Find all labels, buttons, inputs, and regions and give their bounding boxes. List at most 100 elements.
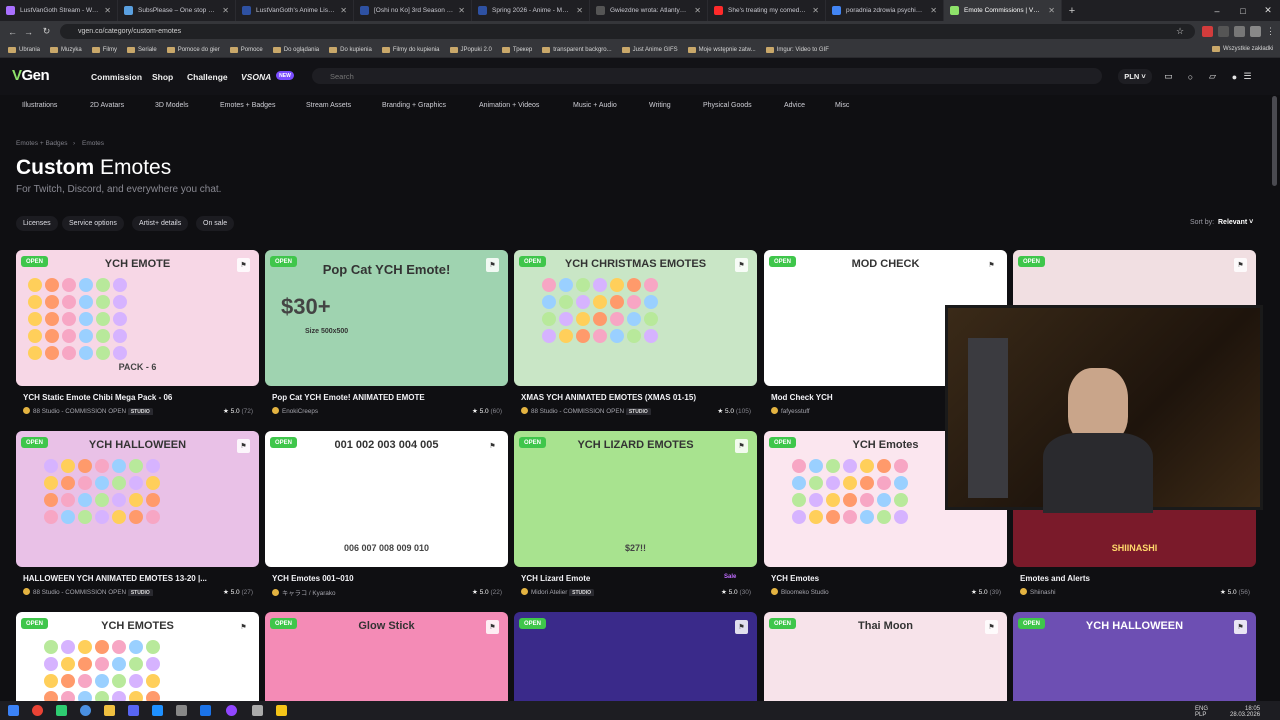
clock[interactable]: 18:05 28.03.2026 [1230, 706, 1260, 718]
hamburger-menu-icon[interactable]: ☰ [1241, 70, 1254, 83]
browser-tab[interactable]: SubsPlease – One stop shop fo... ✕ [118, 0, 236, 21]
browser-tab[interactable]: LustVanGoth's Anime List - My... ✕ [236, 0, 354, 21]
save-bookmark-icon[interactable]: ⚑ [735, 439, 748, 453]
listing-seller[interactable]: Bloomeko Studio [771, 588, 941, 596]
filter-service-options[interactable]: Service options [62, 216, 124, 231]
vgen-logo[interactable]: VGen [12, 67, 50, 84]
filter-licenses[interactable]: Licenses [16, 216, 58, 231]
minimize-window-button[interactable]: – [1204, 0, 1230, 21]
listing-thumbnail[interactable]: YCH LIZARD EMOTES $27!! OPEN ⚑ [514, 431, 757, 567]
menu-dots-icon[interactable]: ⋮ [1266, 26, 1277, 37]
bookmark-item[interactable]: JPopuki 2.0 [449, 46, 492, 53]
listing-title[interactable]: Emotes and Alerts [1020, 574, 1250, 583]
breadcrumb-emotes-badges[interactable]: Emotes + Badges [16, 140, 68, 147]
bookmark-item[interactable]: Just Anime GIFS [621, 46, 678, 53]
bookmark-item[interactable]: Pomoce do gier [166, 46, 220, 53]
bookmark-item[interactable]: Filmy [91, 46, 117, 53]
nav-vsona[interactable]: VSONA [241, 72, 271, 82]
category-emotes-badges[interactable]: Emotes + Badges [220, 102, 275, 109]
bookmark-star-icon[interactable]: ☆ [1176, 26, 1187, 37]
filter-on-sale[interactable]: On sale [196, 216, 235, 231]
app-icon[interactable] [176, 705, 187, 716]
other-bookmarks[interactable]: Wszystkie zakładki [1212, 46, 1273, 52]
messages-icon[interactable]: ○ [1184, 70, 1197, 83]
save-bookmark-icon[interactable]: ⚑ [237, 258, 250, 272]
filter-artist-details[interactable]: Artist+ details [132, 216, 189, 231]
app-icon[interactable] [152, 705, 163, 716]
listing-seller[interactable]: Midori Atelier STUDIO [521, 588, 691, 596]
bookmark-item[interactable]: Moje wstępnie zatw... [687, 46, 756, 53]
back-icon[interactable]: ← [6, 25, 19, 38]
nav-commission[interactable]: Commission [91, 72, 142, 82]
avatar[interactable] [1250, 26, 1261, 37]
category-2d-avatars[interactable]: 2D Avatars [90, 102, 124, 109]
start-icon[interactable] [8, 705, 19, 716]
listing-title[interactable]: YCH Emotes 001~010 [272, 574, 502, 583]
listing-title[interactable]: YCH Lizard Emote [521, 574, 751, 583]
save-bookmark-icon[interactable]: ⚑ [486, 620, 499, 634]
close-tab-icon[interactable]: ✕ [458, 6, 465, 15]
category-writing[interactable]: Writing [649, 102, 671, 109]
listing-title[interactable]: YCH Static Emote Chibi Mega Pack - 06 [23, 393, 253, 402]
bookmark-item[interactable]: transparent backgro... [542, 46, 612, 53]
maximize-window-button[interactable]: □ [1230, 0, 1256, 21]
save-bookmark-icon[interactable]: ⚑ [237, 620, 250, 634]
bookmark-item[interactable]: Трекер [501, 46, 532, 53]
listing-seller[interactable]: 88 Studio - COMMISSION OPEN STUDIO [23, 407, 193, 415]
nav-challenge[interactable]: Challenge [187, 72, 228, 82]
extension-icon[interactable] [1202, 26, 1213, 37]
listing-card[interactable]: YCH EMOTE PACK - 6 OPEN ⚑ YCH Static Emote C… [16, 250, 259, 420]
bookmark-item[interactable]: Ubrania [8, 46, 40, 53]
steam-icon[interactable] [200, 705, 211, 716]
folder-icon[interactable] [276, 705, 287, 716]
category-music-audio[interactable]: Music + Audio [573, 102, 617, 109]
discord-icon[interactable] [128, 705, 139, 716]
close-tab-icon[interactable]: ✕ [340, 6, 347, 15]
browser-tab[interactable]: [Oshi no Ko] 3rd Season ([Oshi... ✕ [354, 0, 472, 21]
sort-dropdown[interactable]: Relevant ˅ [1218, 219, 1253, 226]
app-icon[interactable] [80, 705, 91, 716]
browser-tab[interactable]: Spring 2026 - Anime - MyAnim... ✕ [472, 0, 590, 21]
category-misc[interactable]: Misc [835, 102, 849, 109]
bookmark-item[interactable]: Imgur: Video to GIF [765, 46, 829, 53]
browser-tab[interactable]: Gwiezdne wrota: Atlantyda / St... ✕ [590, 0, 708, 21]
forward-icon[interactable]: → [22, 25, 35, 38]
browser-tab[interactable]: LustVanGoth Stream - Watch Li... ✕ [0, 0, 118, 21]
listing-thumbnail[interactable]: YCH CHRISTMAS EMOTES OPEN ⚑ [514, 250, 757, 386]
save-bookmark-icon[interactable]: ⚑ [237, 439, 250, 453]
save-bookmark-icon[interactable]: ⚑ [486, 439, 499, 453]
save-bookmark-icon[interactable]: ⚑ [1234, 620, 1247, 634]
currency-selector[interactable]: PLN ˅ [1118, 69, 1152, 84]
close-tab-icon[interactable]: ✕ [694, 6, 701, 15]
browser-tab[interactable]: Emote Commissions | VGen ✕ [944, 0, 1062, 21]
close-window-button[interactable]: ✕ [1255, 0, 1280, 21]
listing-card[interactable]: Thai Moon OPEN ⚑ [764, 612, 1007, 701]
bookmark-item[interactable]: Filmy do kupienia [381, 46, 440, 53]
listing-card[interactable]: Glow StickYCH EmoteOPEN⚑ [265, 612, 508, 701]
extensions-puzzle-icon[interactable] [1218, 26, 1229, 37]
save-bookmark-icon[interactable]: ⚑ [985, 620, 998, 634]
listing-card[interactable]: Pop Cat YCH Emote! $30+ Size 500x500 OPEN ⚑ P… [265, 250, 508, 420]
listing-thumbnail[interactable]: Thai Moon OPEN ⚑ [764, 612, 1007, 701]
save-bookmark-icon[interactable]: ⚑ [735, 620, 748, 634]
profile-menu-icon[interactable]: ● [1228, 70, 1241, 83]
cart-icon[interactable]: ▭ [1162, 70, 1175, 83]
listing-seller[interactable]: fafyesstuff [771, 407, 941, 415]
save-bookmark-icon[interactable]: ⚑ [985, 258, 998, 272]
category-stream-assets[interactable]: Stream Assets [306, 102, 351, 109]
listing-thumbnail[interactable]: YCH EMOTESSET 1OPEN⚑ [16, 612, 259, 701]
bookmark-item[interactable]: Do oglądania [272, 46, 319, 53]
bookmark-item[interactable]: Do kupienia [329, 46, 372, 53]
reload-icon[interactable]: ↻ [40, 25, 53, 38]
category-animation-videos[interactable]: Animation + Videos [479, 102, 539, 109]
url-field[interactable]: vgen.co/category/custom-emotes [60, 24, 1195, 39]
close-tab-icon[interactable]: ✕ [812, 6, 819, 15]
listing-card[interactable]: YCH LIZARD EMOTES $27!! OPEN ⚑ YCH Lizard Em… [514, 431, 757, 601]
category-advice[interactable]: Advice [784, 102, 805, 109]
listing-thumbnail[interactable]: YCH EMOTE PACK - 6 OPEN ⚑ [16, 250, 259, 386]
profile-icon[interactable] [1234, 26, 1245, 37]
save-bookmark-icon[interactable]: ⚑ [486, 258, 499, 272]
listing-thumbnail[interactable]: Pop Cat YCH Emote! $30+ Size 500x500 OPEN ⚑ [265, 250, 508, 386]
page-scrollbar[interactable] [1272, 96, 1277, 186]
app-icon[interactable] [104, 705, 115, 716]
